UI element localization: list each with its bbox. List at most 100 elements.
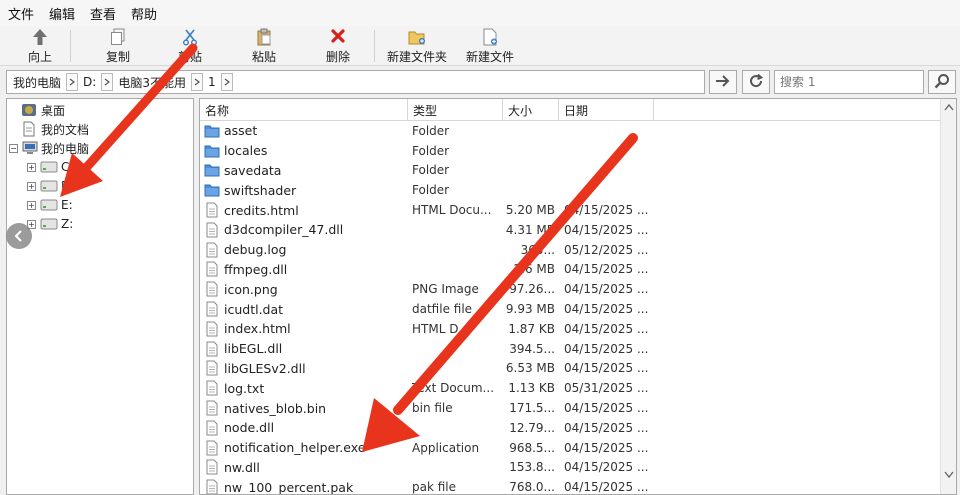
- file-date: [564, 121, 656, 141]
- copy-label: 复制: [105, 50, 130, 64]
- up-button[interactable]: 向上: [22, 26, 58, 66]
- file-row[interactable]: log.txt Text Docum... 1.13 KB 05/31/2025 ..…: [200, 378, 940, 398]
- tree-item-drive-c[interactable]: + C:: [27, 158, 73, 176]
- file-size: 9.93 MB: [505, 302, 555, 317]
- tree-label: 桌面: [41, 103, 66, 118]
- tree-item-documents[interactable]: 我的文档: [21, 120, 89, 138]
- file-name: ffmpeg.dll: [224, 261, 288, 277]
- file-name-cell: natives_blob.bin: [204, 398, 408, 418]
- copy-button[interactable]: 复制: [100, 26, 136, 66]
- file-type: PNG Image: [412, 282, 479, 297]
- delete-button[interactable]: 删除: [320, 26, 356, 66]
- tree-item-drive-z[interactable]: + Z:: [27, 215, 73, 233]
- vertical-scrollbar[interactable]: [940, 99, 956, 494]
- search-field[interactable]: [774, 70, 924, 94]
- file-name: locales: [224, 143, 268, 159]
- file-row[interactable]: savedata Folder: [200, 161, 940, 181]
- menu-view[interactable]: 查看: [90, 4, 116, 23]
- file-size: [503, 121, 555, 141]
- file-row[interactable]: locales Folder: [200, 141, 940, 161]
- breadcrumb-drive[interactable]: D:: [79, 72, 100, 92]
- file-type: pak file: [412, 480, 457, 495]
- file-size: 12.79...: [509, 420, 555, 435]
- side-back-button[interactable]: [6, 223, 32, 249]
- file-row[interactable]: libEGL.dll 394.5... 04/15/2025 ...: [200, 339, 940, 359]
- file-size: 1.13 KB: [508, 381, 555, 396]
- file-icon: [204, 222, 220, 238]
- tree-item-computer[interactable]: − 我的电脑: [9, 139, 89, 157]
- breadcrumb-separator[interactable]: [220, 73, 233, 91]
- expand-toggle[interactable]: +: [27, 200, 36, 210]
- new-folder-button[interactable]: 新建文件夹: [384, 26, 450, 66]
- file-name: index.html: [224, 321, 291, 337]
- breadcrumb-separator[interactable]: [66, 73, 79, 91]
- tree-item-drive-d[interactable]: + D:: [27, 177, 74, 195]
- scroll-up-icon[interactable]: [944, 104, 954, 111]
- collapse-toggle[interactable]: −: [9, 143, 18, 153]
- file-row[interactable]: ffmpeg.dll 2.6 MB 04/15/2025 ...: [200, 260, 940, 280]
- expand-toggle[interactable]: +: [27, 162, 36, 172]
- search-button[interactable]: [928, 70, 956, 94]
- file-icon: [204, 479, 220, 494]
- file-date: 04/15/2025 ...: [564, 222, 649, 237]
- menu-help[interactable]: 帮助: [131, 4, 157, 23]
- file-row[interactable]: natives_blob.bin bin file 171.5... 04/15/20…: [200, 398, 940, 418]
- file-name: icudtl.dat: [224, 301, 284, 317]
- new-file-icon: [482, 27, 498, 47]
- file-row[interactable]: d3dcompiler_47.dll 4.31 MB 04/15/2025 ...: [200, 220, 940, 240]
- file-name: savedata: [224, 162, 282, 178]
- tree-label: E:: [61, 198, 73, 212]
- address-bar[interactable]: 我的电脑 D: 电脑3不能用 1: [6, 70, 705, 94]
- breadcrumb-subfolder[interactable]: 1: [204, 72, 220, 92]
- breadcrumb-computer[interactable]: 我的电脑: [9, 72, 65, 92]
- breadcrumb-separator[interactable]: [190, 73, 203, 91]
- new-folder-icon: [408, 27, 426, 47]
- refresh-button[interactable]: [742, 70, 770, 94]
- breadcrumb-separator[interactable]: [101, 73, 114, 91]
- file-row[interactable]: credits.html HTML Docu... 5.20 MB 04/15/202…: [200, 200, 940, 220]
- breadcrumb-folder[interactable]: 电脑3不能用: [114, 72, 190, 92]
- tree-item-desktop[interactable]: 桌面: [21, 101, 65, 119]
- file-icon: [204, 261, 220, 277]
- file-name: swiftshader: [224, 182, 297, 198]
- column-type[interactable]: 类型: [408, 99, 503, 121]
- file-name: libEGL.dll: [224, 341, 283, 357]
- menu-edit[interactable]: 编辑: [49, 4, 75, 23]
- file-row[interactable]: notification_helper.exe Application 968.5.…: [200, 438, 940, 458]
- file-row[interactable]: debug.log 365... 05/12/2025 ...: [200, 240, 940, 260]
- column-size[interactable]: 大小: [503, 99, 559, 121]
- go-button[interactable]: [709, 70, 737, 94]
- file-row[interactable]: node.dll 12.79... 04/15/2025 ...: [200, 418, 940, 438]
- file-name-cell: notification_helper.exe: [204, 438, 408, 458]
- expand-toggle[interactable]: +: [27, 181, 36, 191]
- file-row[interactable]: libGLESv2.dll 6.53 MB 04/15/2025 ...: [200, 359, 940, 379]
- file-type: Application: [412, 440, 480, 455]
- file-size: 171.5...: [509, 401, 555, 416]
- scroll-down-icon[interactable]: [944, 471, 954, 478]
- tree-item-drive-e[interactable]: + E:: [27, 196, 73, 214]
- file-row[interactable]: icudtl.dat datfile file 9.93 MB 04/15/2025 …: [200, 299, 940, 319]
- file-row[interactable]: icon.png PNG Image 97.26... 04/15/2025 ...: [200, 279, 940, 299]
- paste-button[interactable]: 粘贴: [246, 26, 282, 66]
- file-row[interactable]: nw.dll 153.8... 04/15/2025 ...: [200, 458, 940, 478]
- file-row[interactable]: asset Folder: [200, 121, 940, 141]
- file-name-cell: icon.png: [204, 279, 408, 299]
- file-row[interactable]: index.html HTML D... 1.87 KB 04/15/2025 ...: [200, 319, 940, 339]
- file-date: 04/15/2025 ...: [564, 321, 649, 336]
- new-file-button[interactable]: 新建文件: [462, 26, 518, 66]
- file-date: [564, 180, 656, 200]
- file-name-cell: swiftshader: [204, 180, 408, 200]
- file-list: 名称 类型 大小 日期 asset Folder locales Folder save…: [199, 98, 957, 495]
- file-date: 04/15/2025 ...: [564, 401, 649, 416]
- column-date[interactable]: 日期: [559, 99, 654, 121]
- menu-file[interactable]: 文件: [8, 4, 34, 23]
- cut-button[interactable]: 剪贴: [172, 26, 208, 66]
- file-icon: [204, 281, 220, 297]
- file-name-cell: debug.log: [204, 240, 408, 260]
- search-input[interactable]: [780, 75, 920, 89]
- column-name[interactable]: 名称: [200, 99, 408, 121]
- file-type: Folder: [412, 123, 450, 138]
- file-row[interactable]: swiftshader Folder: [200, 180, 940, 200]
- file-type: [412, 339, 500, 359]
- file-row[interactable]: nw_100_percent.pak pak file 768.0... 04/15/…: [200, 477, 940, 495]
